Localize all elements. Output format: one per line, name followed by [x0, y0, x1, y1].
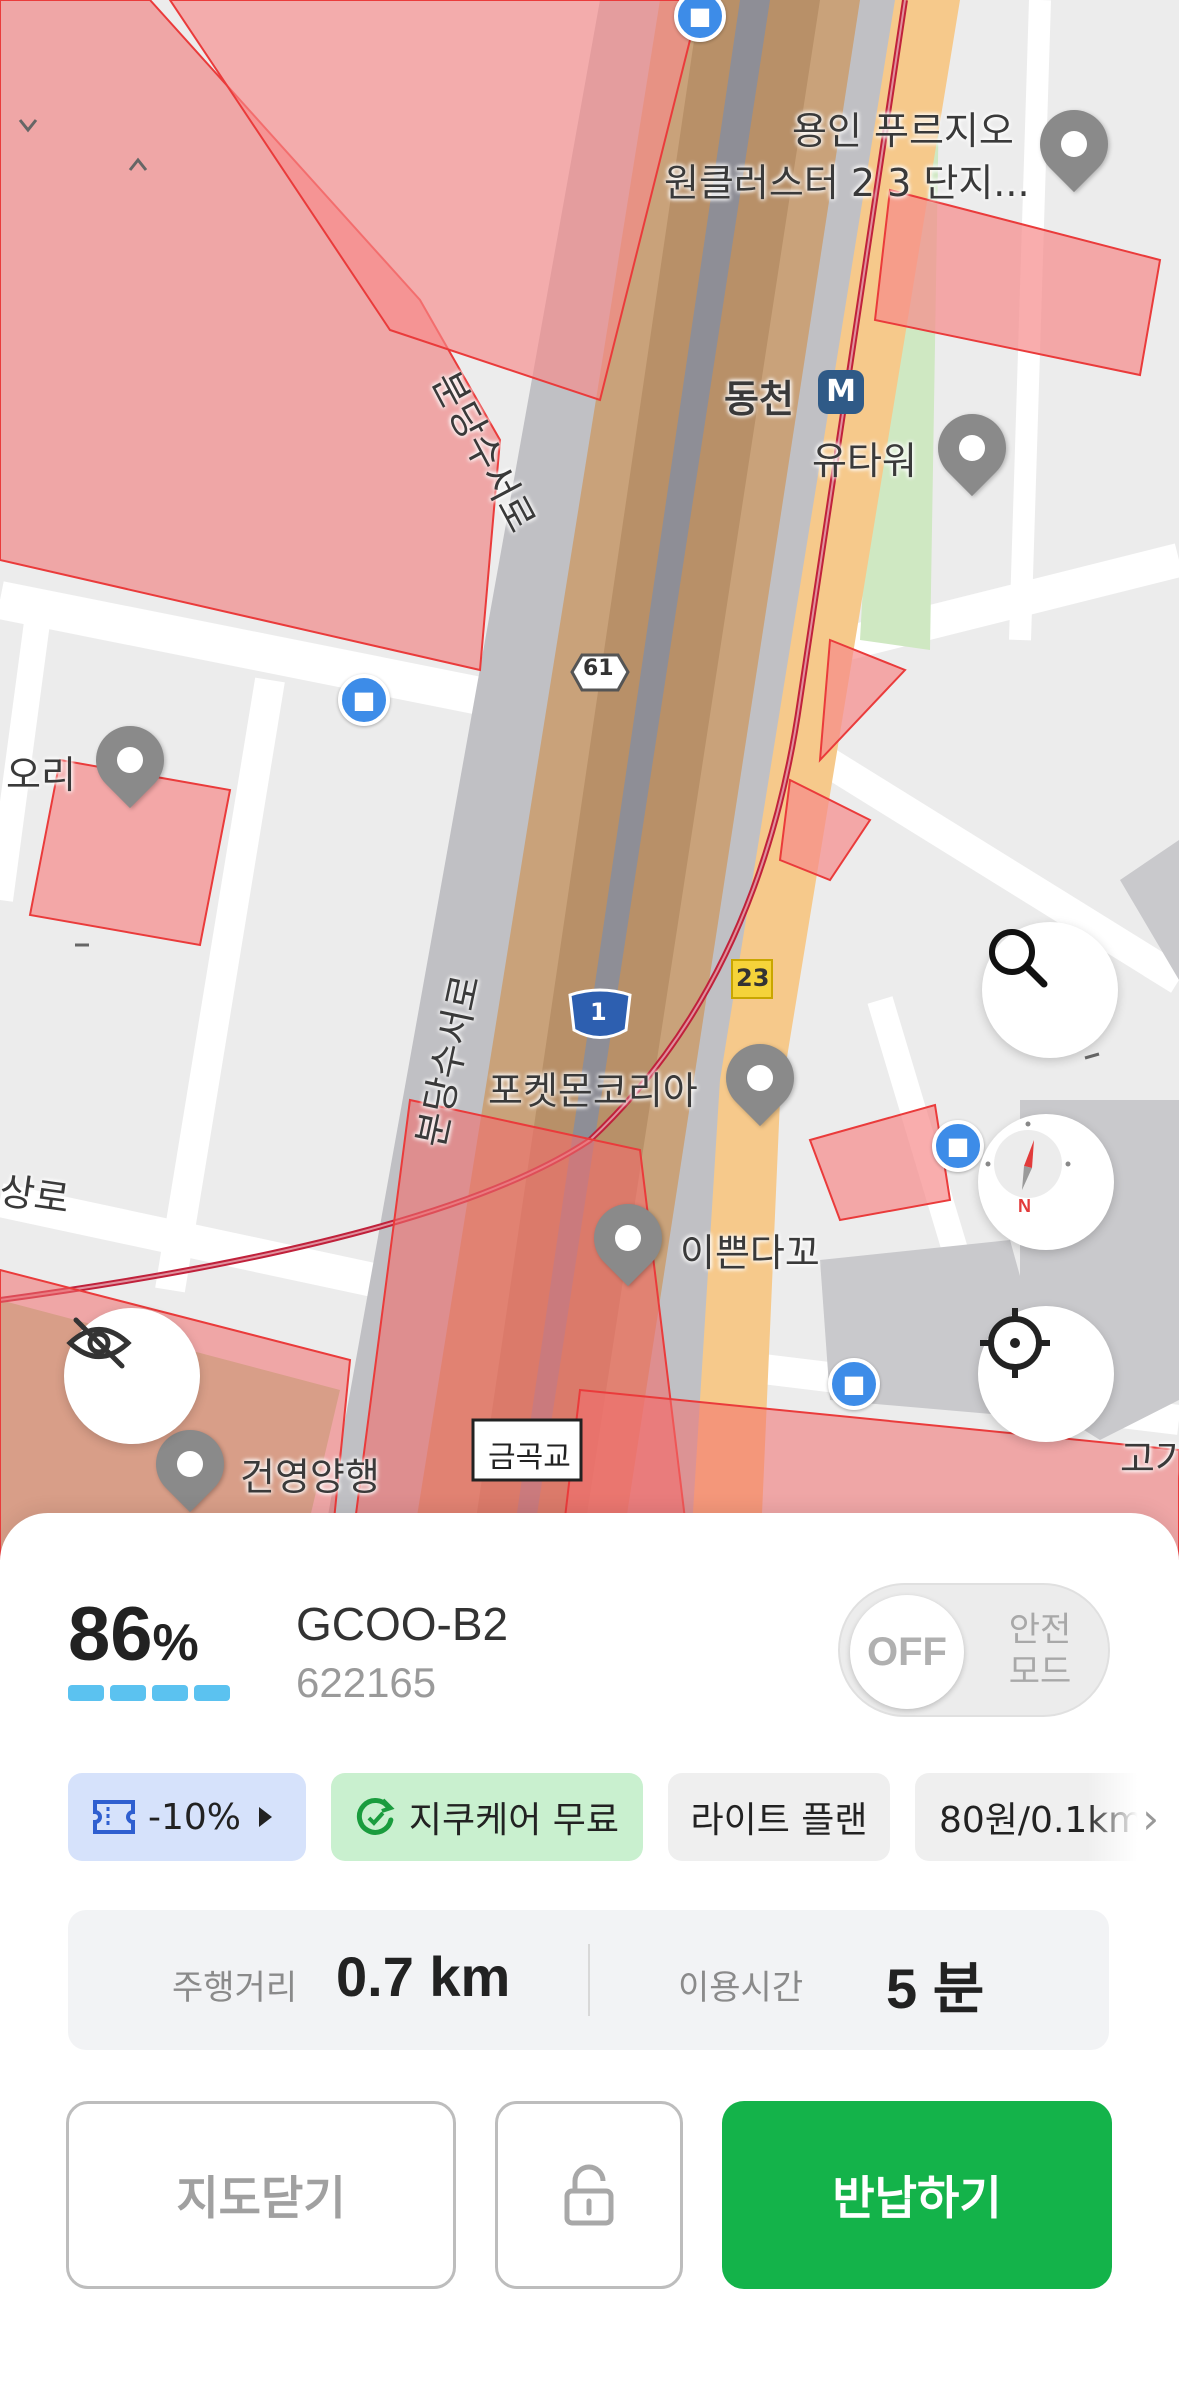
locate-me-button[interactable] — [978, 1306, 1114, 1442]
time-value: 5 분 — [886, 1957, 985, 2020]
battery-bar — [110, 1685, 146, 1701]
plan-label: 라이트 플랜 — [690, 1800, 868, 1841]
battery-percentage: 86% — [68, 1591, 199, 1678]
poi-label-pokemon: 포켓몬코리아 — [488, 1069, 698, 1113]
search-button[interactable] — [982, 922, 1118, 1058]
care-icon — [356, 1798, 395, 1835]
bus-stop-icon[interactable]: ■ — [932, 1120, 984, 1172]
distance-value: 0.7 km — [336, 1945, 511, 2008]
road-label-gogi: 고기 — [1120, 1437, 1179, 1481]
coupon-icon — [93, 1800, 135, 1834]
stats-divider — [588, 1944, 590, 2016]
pricing-chips: -10% 지쿠케어 무료 라이트 플랜 80원/0.1km › — [68, 1773, 1179, 1863]
safe-mode-state: OFF — [850, 1595, 964, 1709]
lock-icon — [564, 2164, 614, 2226]
battery-bar — [152, 1685, 188, 1701]
battery-bar — [68, 1685, 104, 1701]
vehicle-id: 622165 — [296, 1659, 437, 1706]
hide-zones-button[interactable] — [64, 1308, 200, 1444]
route-61-label: 61 — [583, 656, 614, 681]
ride-status-sheet: 86% GCOO-B2 622165 OFF 안전 모드 -10% 지쿠케어 무… — [0, 1513, 1179, 2396]
route-23-label: 23 — [736, 964, 770, 992]
plan-chip[interactable]: 라이트 플랜 — [668, 1773, 890, 1861]
bus-stop-icon[interactable]: ■ — [338, 674, 390, 726]
compass-button[interactable]: N — [978, 1114, 1114, 1250]
battery-unit: % — [152, 1614, 199, 1672]
safe-mode-label: 안전 모드 — [990, 1609, 1090, 1693]
poi-label-yongin-2: 원클러스터 2 3 단지... — [664, 161, 1030, 205]
play-arrow-icon — [259, 1807, 273, 1827]
battery-level-bars — [68, 1685, 230, 1701]
svg-text:N: N — [1018, 1196, 1031, 1214]
lock-button[interactable] — [495, 2101, 683, 2289]
bridge-label: 금곡교 — [488, 1440, 571, 1475]
vehicle-name: GCOO-B2 — [296, 1598, 509, 1650]
compass-icon: N — [985, 1121, 1071, 1214]
road-label-sangro: 상로 — [0, 1168, 73, 1222]
safe-mode-label-line2: 모드 — [1008, 1652, 1072, 1692]
distance-label: 주행거리 — [172, 1968, 298, 2008]
crosshair-icon — [980, 1308, 1050, 1378]
return-button[interactable]: 반납하기 — [722, 2101, 1112, 2289]
poi-label-utower: 유타워 — [812, 439, 917, 483]
coupon-chip[interactable]: -10% — [68, 1773, 306, 1861]
poi-label-yongin: 용인 푸르지오 — [792, 109, 1014, 153]
poi-label-geonyeong: 건영양행 — [240, 1455, 380, 1499]
map-view[interactable]: 61 1 23 금곡교 용인 푸르지오 원클러스터 2 3 단지... 동천 M… — [0, 0, 1179, 1560]
safe-mode-toggle[interactable]: OFF 안전 모드 — [838, 1583, 1110, 1717]
close-map-button[interactable]: 지도닫기 — [66, 2101, 456, 2289]
battery-bar — [194, 1685, 230, 1701]
poi-label-ippeun: 이쁜다꼬 — [680, 1231, 820, 1275]
route-1-label: 1 — [590, 998, 607, 1026]
bus-stop-icon[interactable]: ■ — [828, 1358, 880, 1410]
care-label: 지쿠케어 무료 — [408, 1800, 619, 1841]
coupon-label: -10% — [148, 1796, 242, 1838]
subway-icon[interactable]: M — [818, 370, 864, 414]
search-icon — [989, 929, 1048, 988]
chevron-right-icon[interactable]: › — [1087, 1773, 1179, 1863]
safe-mode-label-line1: 안전 — [1008, 1610, 1072, 1650]
battery-value: 86 — [68, 1592, 153, 1677]
ride-stats: 주행거리 0.7 km 이용시간 5 분 — [68, 1910, 1109, 2050]
poi-label-ori: 오리 — [6, 753, 76, 797]
care-chip[interactable]: 지쿠케어 무료 — [331, 1773, 643, 1861]
station-label: 동천 — [724, 377, 794, 421]
time-label: 이용시간 — [678, 1968, 804, 2008]
eye-off-icon — [66, 1317, 132, 1369]
